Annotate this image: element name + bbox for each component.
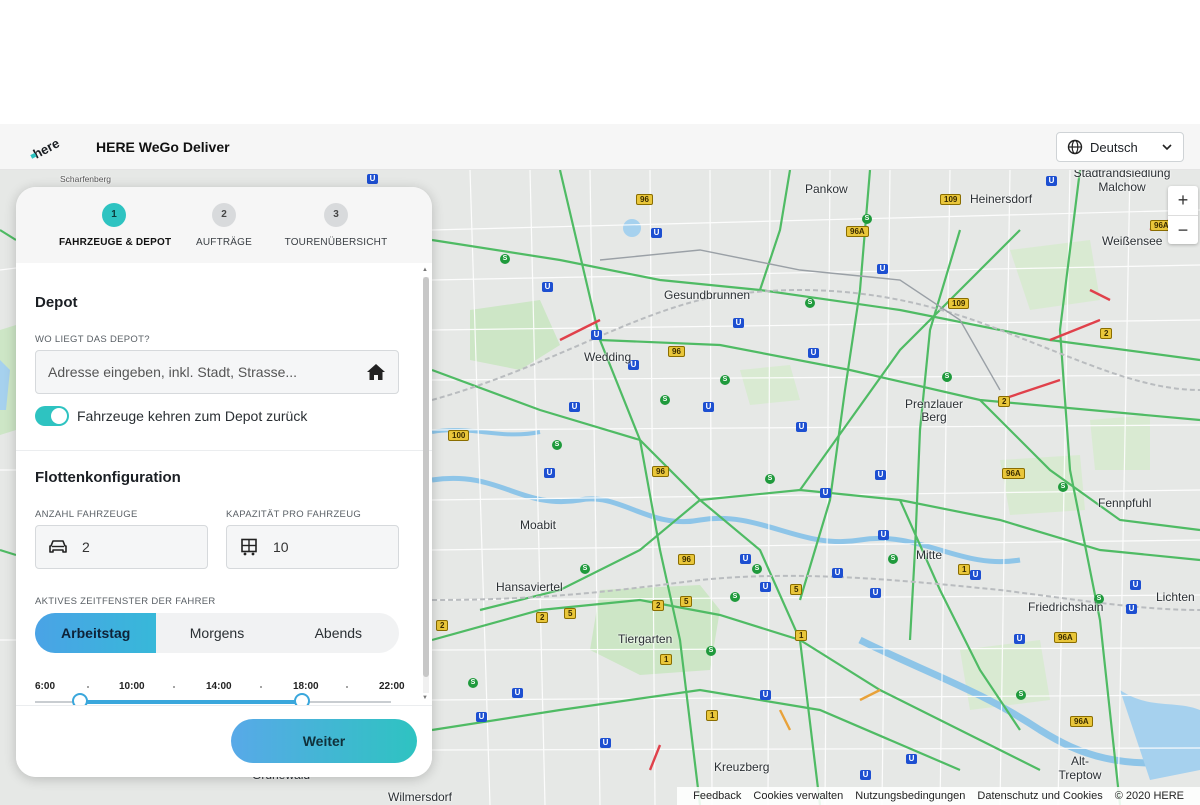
map-label-tiergarten: Tiergarten <box>618 632 673 646</box>
vehicle-count-label: ANZAHL FAHRZEUGE <box>35 509 138 520</box>
step-number: 2 <box>212 203 236 227</box>
zoom-out-button[interactable]: − <box>1168 215 1198 244</box>
time-option-arbeitstag[interactable]: Arbeitstag <box>35 613 157 653</box>
tick-label: 22:00 <box>379 681 405 692</box>
step-number: 1 <box>102 203 126 227</box>
setup-panel: 1 FAHRZEUGE & DEPOT 2 AUFTRÄGE 3 TOURENÜ… <box>16 187 432 777</box>
tick-label: 10:00 <box>119 681 145 692</box>
map-label-friedrichshain: Friedrichshain <box>1028 600 1104 614</box>
car-icon <box>49 540 67 553</box>
map-label-alt-treptow: Alt-Treptow <box>1058 754 1102 782</box>
step-vehicles-depot[interactable]: 1 FAHRZEUGE & DEPOT <box>59 203 172 248</box>
app-title: HERE WeGo Deliver <box>96 139 230 155</box>
logo-text: here <box>31 135 62 161</box>
map-label-moabit: Moabit <box>520 518 557 532</box>
depot-address-placeholder: Adresse eingeben, inkl. Stadt, Strasse..… <box>48 364 298 380</box>
cargo-icon <box>241 538 257 556</box>
capacity-input[interactable]: 10 <box>226 525 399 569</box>
footer-link-cookies[interactable]: Cookies verwalten <box>753 790 843 802</box>
step-tour-overview[interactable]: 3 TOURENÜBERSICHT <box>282 203 390 248</box>
map-label-pankow: Pankow <box>805 182 848 196</box>
map-label-malchow: Stadtrandsiedlung Malchow <box>1073 170 1171 194</box>
app-header: here HERE WeGo Deliver Deutsch <box>0 124 1200 170</box>
time-option-morgens[interactable]: Morgens <box>156 613 277 653</box>
globe-icon <box>1067 139 1083 155</box>
panel-scroll-area[interactable]: Depot WO LIEGT DAS DEPOT? Adresse eingeb… <box>16 263 432 705</box>
home-icon[interactable] <box>366 363 386 381</box>
step-label: TOURENÜBERSICHT <box>284 237 388 248</box>
here-logo[interactable]: here <box>28 132 62 162</box>
zoom-in-button[interactable]: + <box>1168 186 1198 215</box>
footer-link-privacy[interactable]: Datenschutz und Cookies <box>977 790 1102 802</box>
copyright: © 2020 HERE <box>1114 790 1184 802</box>
time-range-slider: 6:00 10:00 14:00 18:00 22:00 <box>35 681 407 705</box>
panel-scrollbar[interactable]: ▲ ▼ <box>421 267 430 705</box>
slider-end-handle[interactable] <box>294 693 310 705</box>
footer-link-terms[interactable]: Nutzungsbedingungen <box>855 790 965 802</box>
timeline-ticks: 6:00 10:00 14:00 18:00 22:00 <box>35 681 407 695</box>
fleet-title: Flottenkonfiguration <box>35 469 181 486</box>
step-label: AUFTRÄGE <box>195 237 253 248</box>
vehicle-count-input[interactable]: 2 <box>35 525 208 569</box>
map-label-mitte: Mitte <box>916 548 943 562</box>
language-value: Deutsch <box>1090 139 1138 155</box>
map-label-prenzlauer-berg: Prenzlauer Berg <box>904 397 964 424</box>
next-button[interactable]: Weiter <box>231 719 417 763</box>
slider-start-handle[interactable] <box>71 693 88 705</box>
map-label-heinersdorf: Heinersdorf <box>970 192 1033 206</box>
scrollbar-thumb[interactable] <box>423 277 429 677</box>
map-label-fennpfuhl: Fennpfuhl <box>1098 496 1152 510</box>
tick-label: 18:00 <box>293 681 319 692</box>
slider-range-fill <box>79 700 302 704</box>
panel-footer: Weiter <box>16 705 432 777</box>
return-to-depot-row: Fahrzeuge kehren zum Depot zurück <box>35 406 307 426</box>
map-label-weissensee: Weißensee <box>1102 234 1163 248</box>
map-label-hansaviertel: Hansaviertel <box>496 580 563 594</box>
step-label: FAHRZEUGE & DEPOT <box>59 237 172 248</box>
map-footer: Feedback Cookies verwalten Nutzungsbedin… <box>677 787 1200 805</box>
map-label-scharfenberg: Scharfenberg <box>60 174 112 184</box>
return-to-depot-label: Fahrzeuge kehren zum Depot zurück <box>77 408 308 424</box>
return-to-depot-toggle[interactable] <box>35 406 69 426</box>
tick-label: 6:00 <box>35 681 56 692</box>
tick-label: 14:00 <box>206 681 232 692</box>
depot-address-input[interactable]: Adresse eingeben, inkl. Stadt, Strasse..… <box>35 350 399 394</box>
stepper: 1 FAHRZEUGE & DEPOT 2 AUFTRÄGE 3 TOURENÜ… <box>16 187 432 263</box>
footer-link-feedback[interactable]: Feedback <box>693 790 741 802</box>
depot-address-label: WO LIEGT DAS DEPOT? <box>35 334 150 345</box>
map-label-wilmersdorf: Wilmersdorf <box>388 790 453 804</box>
time-option-abends[interactable]: Abends <box>278 613 399 653</box>
map-label-gesundbrunnen: Gesundbrunnen <box>664 288 751 302</box>
time-window-label: AKTIVES ZEITFENSTER DER FAHRER <box>35 596 216 607</box>
app-window: here HERE WeGo Deliver Deutsch U U U U U… <box>0 124 1200 805</box>
language-select[interactable]: Deutsch <box>1056 132 1184 162</box>
capacity-label: KAPAZITÄT PRO FAHRZEUG <box>226 509 362 520</box>
chevron-down-icon <box>1162 144 1172 151</box>
capacity-value: 10 <box>273 539 289 555</box>
vehicle-count-value: 2 <box>82 539 90 555</box>
map-label-kreuzberg: Kreuzberg <box>714 760 770 774</box>
map-label-wedding: Wedding <box>584 350 632 364</box>
time-window-selector: Arbeitstag Morgens Abends <box>35 613 399 653</box>
section-divider <box>16 450 432 451</box>
step-number: 3 <box>324 203 348 227</box>
step-orders[interactable]: 2 AUFTRÄGE <box>188 203 260 248</box>
depot-title: Depot <box>35 294 78 311</box>
map-label-lichten: Lichten <box>1156 590 1195 604</box>
zoom-control: + − <box>1168 186 1198 244</box>
